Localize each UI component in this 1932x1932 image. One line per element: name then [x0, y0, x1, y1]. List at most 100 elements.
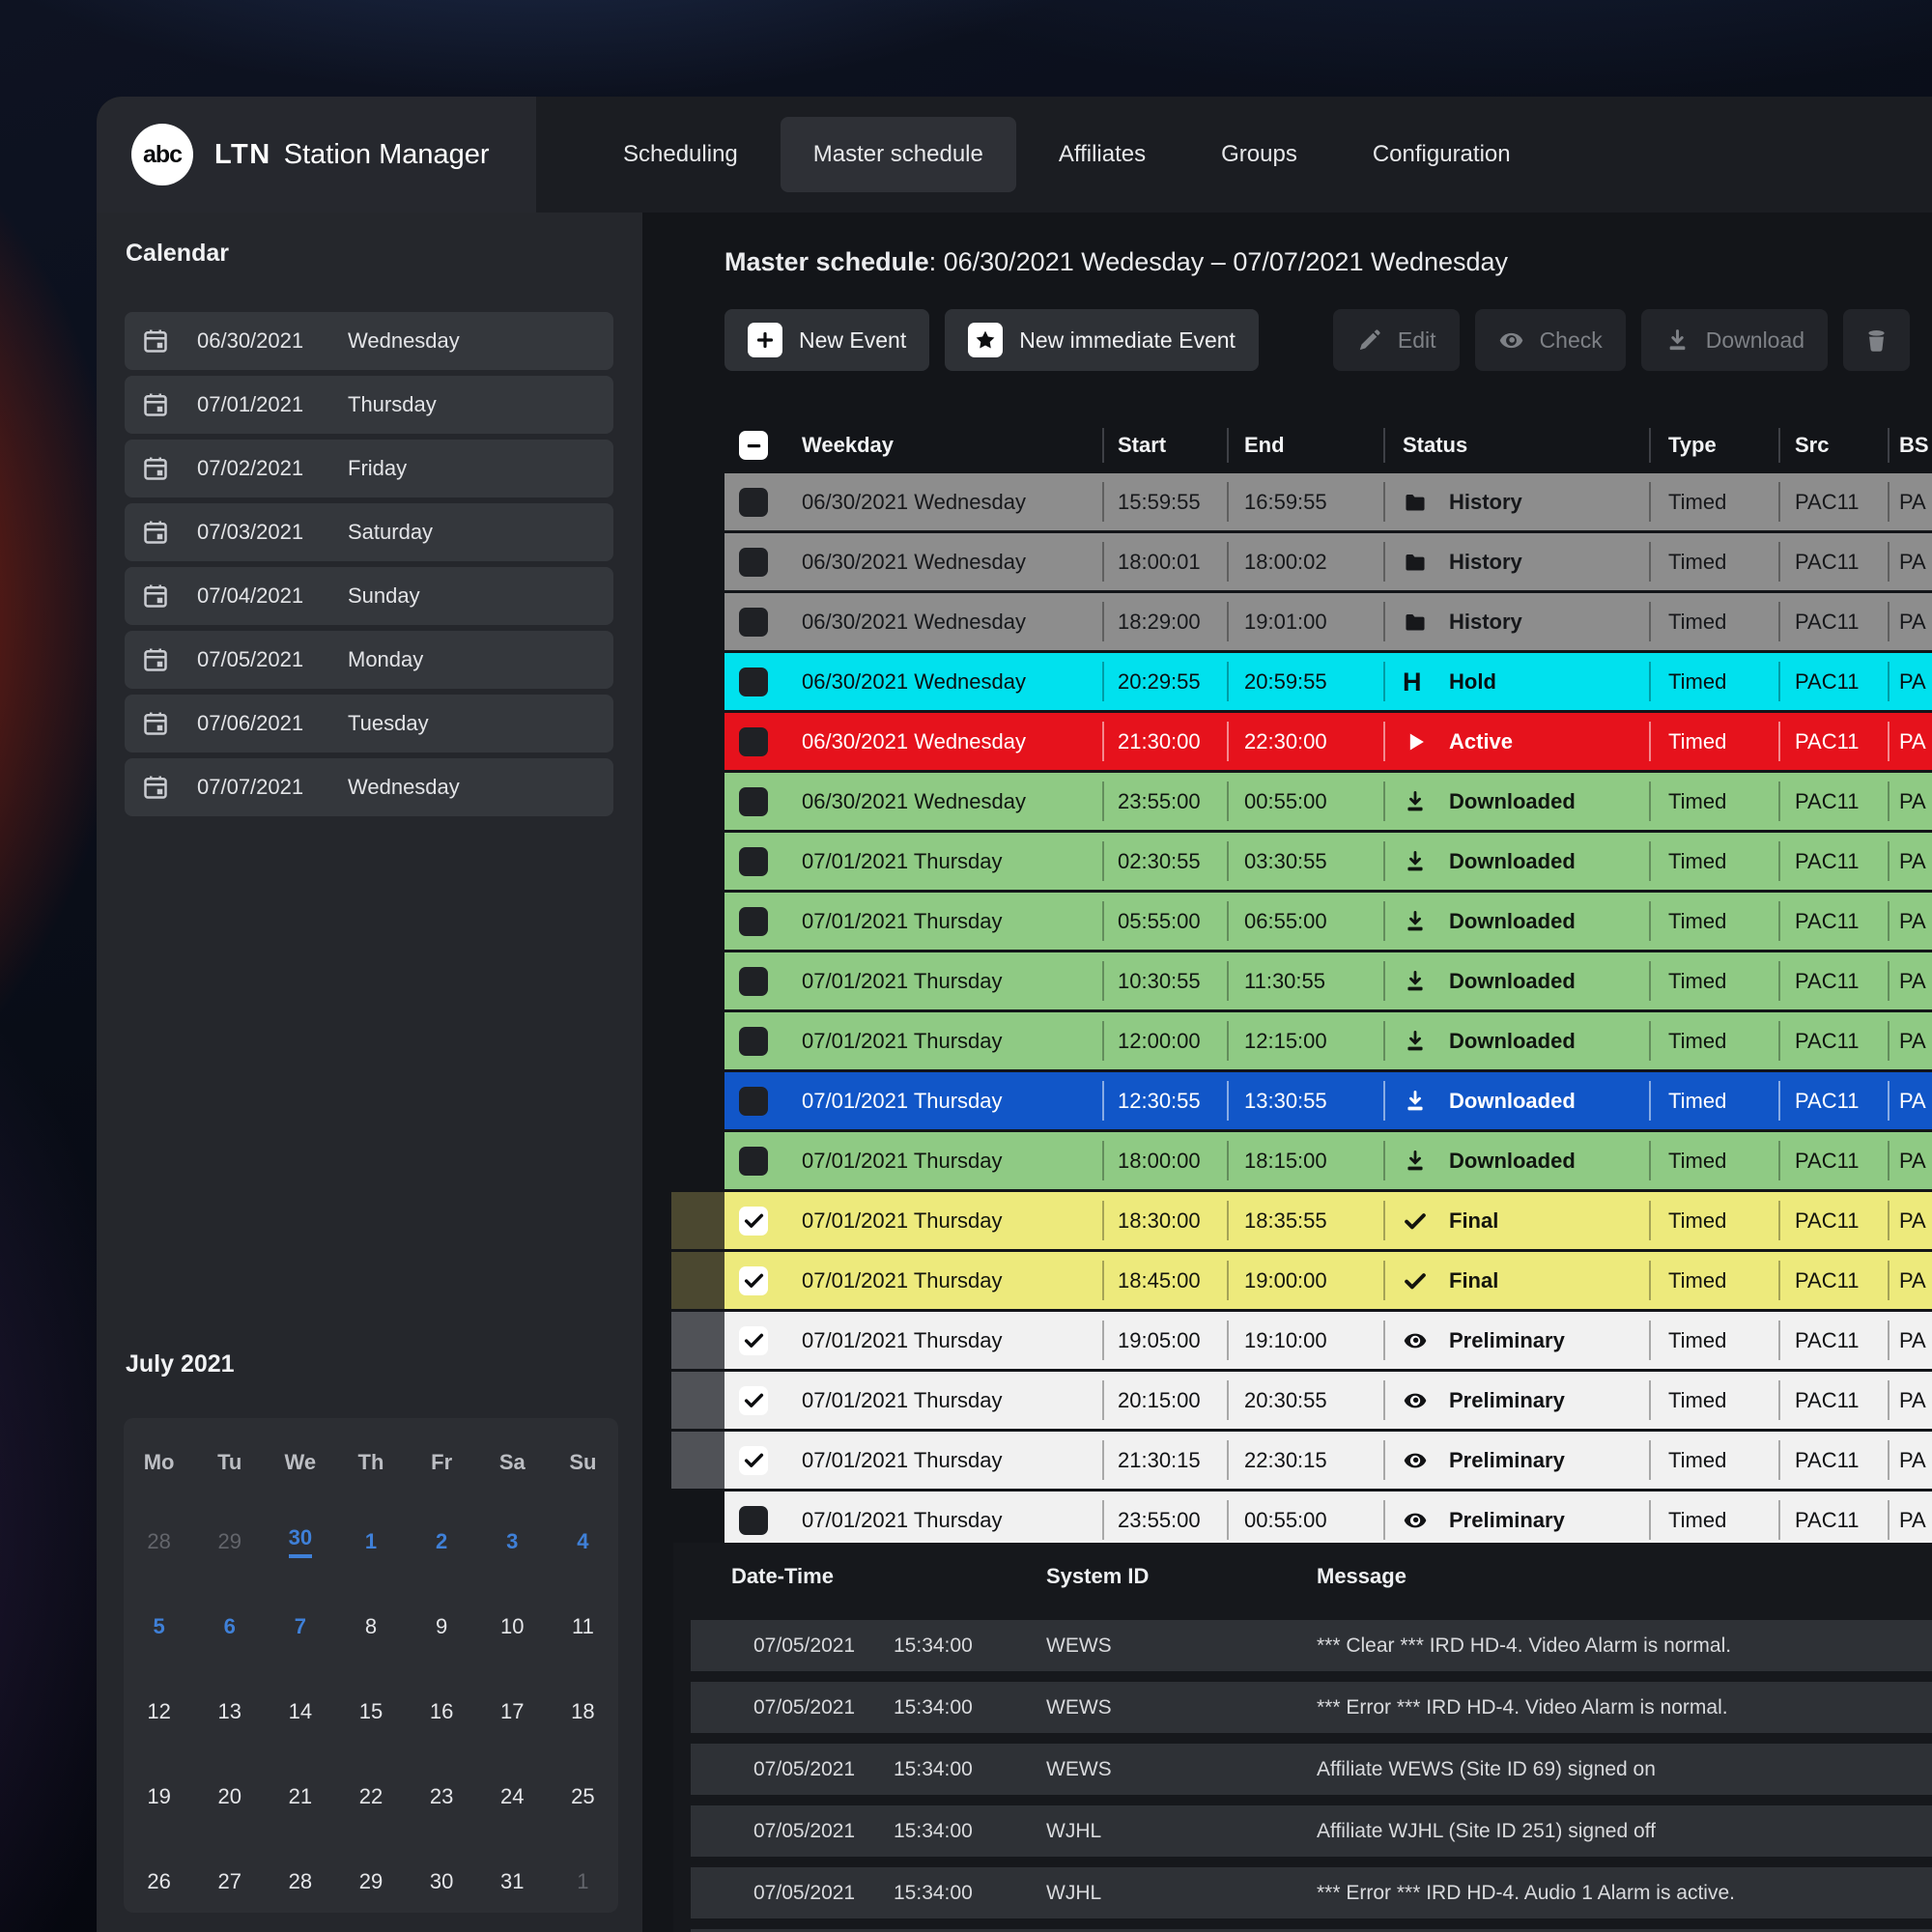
month-day-28[interactable]: 28 [265, 1839, 335, 1913]
table-row-downloaded[interactable]: 07/01/2021 Thursday 18:00:00 18:15:00 Downl… [671, 1132, 1932, 1189]
row-checkbox[interactable] [739, 547, 768, 577]
row-checkbox[interactable] [739, 667, 768, 696]
nav-tab-scheduling[interactable]: Scheduling [590, 117, 771, 192]
table-row-downloaded[interactable]: 07/01/2021 Thursday 12:30:55 13:30:55 Downl… [671, 1072, 1932, 1129]
col-header-status[interactable]: Status [1383, 420, 1649, 470]
col-header-end[interactable]: End [1227, 420, 1383, 470]
month-day-6-range[interactable]: 6 [194, 1584, 265, 1669]
calendar-date-item[interactable]: 07/04/2021 Sunday [125, 567, 613, 625]
month-day-15[interactable]: 15 [335, 1669, 406, 1754]
table-row-preliminary[interactable]: 07/01/2021 Thursday 21:30:15 22:30:15 Preli… [671, 1432, 1932, 1489]
month-day-31[interactable]: 31 [477, 1839, 548, 1913]
table-row-preliminary[interactable]: 07/01/2021 Thursday 20:15:00 20:30:55 Preli… [671, 1372, 1932, 1429]
nav-tab-affiliates[interactable]: Affiliates [1026, 117, 1179, 192]
month-day-17[interactable]: 17 [477, 1669, 548, 1754]
row-checkbox[interactable] [739, 906, 768, 936]
month-day-27[interactable]: 27 [194, 1839, 265, 1913]
calendar-date-item[interactable]: 07/01/2021 Thursday [125, 376, 613, 434]
calendar-date-item[interactable]: 07/07/2021 Wednesday [125, 758, 613, 816]
nav-tab-configuration[interactable]: Configuration [1340, 117, 1544, 192]
row-checkbox[interactable] [739, 1086, 768, 1116]
col-header-start[interactable]: Start [1102, 420, 1227, 470]
nav-tab-groups[interactable]: Groups [1188, 117, 1330, 192]
table-row-downloaded[interactable]: 07/01/2021 Thursday 02:30:55 03:30:55 Downl… [671, 833, 1932, 890]
log-row[interactable]: 07/05/2021 15:34:00 WEWS *** Clear *** IRD … [691, 1620, 1932, 1671]
month-day-23[interactable]: 23 [407, 1754, 477, 1839]
month-day-12[interactable]: 12 [124, 1669, 194, 1754]
col-header-src[interactable]: Src [1778, 420, 1888, 470]
row-checkbox[interactable] [739, 487, 768, 517]
nav-tab-master-schedule[interactable]: Master schedule [780, 117, 1016, 192]
month-day-29-muted[interactable]: 29 [194, 1499, 265, 1584]
month-day-29[interactable]: 29 [335, 1839, 406, 1913]
table-row-hold[interactable]: 06/30/2021 Wednesday 20:29:55 20:59:55 H Hol… [671, 653, 1932, 710]
table-row-active[interactable]: 06/30/2021 Wednesday 21:30:00 22:30:00 Acti… [671, 713, 1932, 770]
table-row-preliminary[interactable]: 07/01/2021 Thursday 19:05:00 19:10:00 Preli… [671, 1312, 1932, 1369]
row-checkbox[interactable] [739, 726, 768, 756]
month-day-9[interactable]: 9 [407, 1584, 477, 1669]
edit-button[interactable]: Edit [1332, 309, 1460, 371]
table-row-downloaded[interactable]: 06/30/2021 Wednesday 23:55:00 00:55:00 Down… [671, 773, 1932, 830]
table-row-preliminary[interactable]: 07/01/2021 Thursday 23:55:00 00:55:00 Preli… [671, 1492, 1932, 1548]
month-day-5-range[interactable]: 5 [124, 1584, 194, 1669]
calendar-date-item[interactable]: 07/03/2021 Saturday [125, 503, 613, 561]
table-row-final[interactable]: 07/01/2021 Thursday 18:45:00 19:00:00 Final… [671, 1252, 1932, 1309]
table-row-downloaded[interactable]: 07/01/2021 Thursday 12:00:00 12:15:00 Downl… [671, 1012, 1932, 1069]
log-row[interactable]: 07/05/2021 15:34:00 WJHL Affiliate WJHL (Si… [691, 1805, 1932, 1857]
new-immediate-event-button[interactable]: New immediate Event [945, 309, 1259, 371]
month-day-1-range[interactable]: 1 [335, 1499, 406, 1584]
download-button[interactable]: Download [1640, 309, 1829, 371]
col-header-bs[interactable]: BS [1888, 420, 1932, 470]
table-row-history[interactable]: 06/30/2021 Wednesday 18:29:00 19:01:00 Hist… [671, 593, 1932, 650]
month-day-20[interactable]: 20 [194, 1754, 265, 1839]
month-day-7-range[interactable]: 7 [265, 1584, 335, 1669]
month-day-30[interactable]: 30 [407, 1839, 477, 1913]
calendar-date-item[interactable]: 07/06/2021 Tuesday [125, 695, 613, 753]
log-row[interactable]: 07/05/2021 15:34:00 WJHL *** Error *** IRD … [691, 1867, 1932, 1918]
select-all-checkbox[interactable] [739, 431, 768, 460]
month-day-26[interactable]: 26 [124, 1839, 194, 1913]
table-row-downloaded[interactable]: 07/01/2021 Thursday 10:30:55 11:30:55 Downl… [671, 952, 1932, 1009]
table-row-history[interactable]: 06/30/2021 Wednesday 18:00:01 18:00:02 Hist… [671, 533, 1932, 590]
table-row-history[interactable]: 06/30/2021 Wednesday 15:59:55 16:59:55 Hist… [671, 473, 1932, 530]
log-row[interactable]: 07/05/2021 15:34:00 WEWS Affiliate WEWS (Si… [691, 1744, 1932, 1795]
month-day-18[interactable]: 18 [548, 1669, 618, 1754]
month-day-28-muted[interactable]: 28 [124, 1499, 194, 1584]
row-checkbox[interactable] [739, 1325, 768, 1355]
delete-button[interactable] [1843, 309, 1911, 371]
month-day-25[interactable]: 25 [548, 1754, 618, 1839]
month-day-11[interactable]: 11 [548, 1584, 618, 1669]
month-day-10[interactable]: 10 [477, 1584, 548, 1669]
row-checkbox[interactable] [739, 1445, 768, 1475]
month-day-22[interactable]: 22 [335, 1754, 406, 1839]
row-checkbox[interactable] [739, 1146, 768, 1176]
month-day-16[interactable]: 16 [407, 1669, 477, 1754]
col-header-weekday[interactable]: Weekday [782, 420, 1102, 470]
month-day-2-range[interactable]: 2 [407, 1499, 477, 1584]
row-checkbox[interactable] [739, 786, 768, 816]
month-day-24[interactable]: 24 [477, 1754, 548, 1839]
row-checkbox[interactable] [739, 1385, 768, 1415]
table-row-final[interactable]: 07/01/2021 Thursday 18:30:00 18:35:55 Final… [671, 1192, 1932, 1249]
month-day-4-range[interactable]: 4 [548, 1499, 618, 1584]
calendar-date-item[interactable]: 07/02/2021 Friday [125, 440, 613, 497]
month-day-8[interactable]: 8 [335, 1584, 406, 1669]
new-event-button[interactable]: New Event [724, 309, 930, 371]
month-day-14[interactable]: 14 [265, 1669, 335, 1754]
row-checkbox[interactable] [739, 1505, 768, 1535]
month-day-19[interactable]: 19 [124, 1754, 194, 1839]
table-row-downloaded[interactable]: 07/01/2021 Thursday 05:55:00 06:55:00 Downl… [671, 893, 1932, 950]
calendar-date-item[interactable]: 07/05/2021 Monday [125, 631, 613, 689]
log-row[interactable]: 07/05/2021 15:34:00 WEWS *** Error *** IRD … [691, 1682, 1932, 1733]
calendar-date-item[interactable]: 06/30/2021 Wednesday [125, 312, 613, 370]
row-checkbox[interactable] [739, 607, 768, 637]
month-day-3-range[interactable]: 3 [477, 1499, 548, 1584]
check-button[interactable]: Check [1474, 309, 1626, 371]
month-day-21[interactable]: 21 [265, 1754, 335, 1839]
col-header-type[interactable]: Type [1649, 420, 1778, 470]
row-checkbox[interactable] [739, 1265, 768, 1295]
month-day-30-selected[interactable]: 30 [265, 1499, 335, 1584]
month-day-13[interactable]: 13 [194, 1669, 265, 1754]
month-day-1-muted[interactable]: 1 [548, 1839, 618, 1913]
row-checkbox[interactable] [739, 846, 768, 876]
